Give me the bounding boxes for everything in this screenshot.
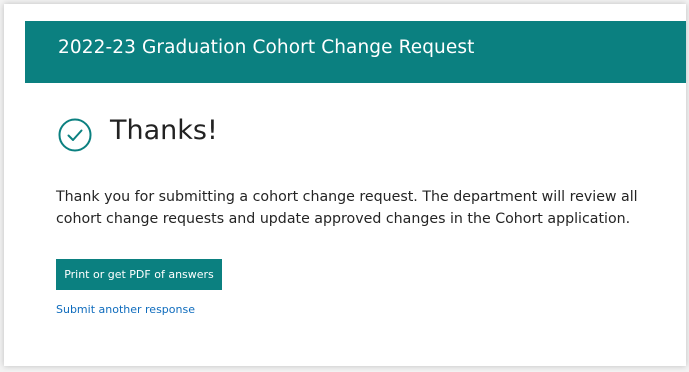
form-title: 2022-23 Graduation Cohort Change Request <box>58 37 475 58</box>
form-card: 2022-23 Graduation Cohort Change Request… <box>4 4 686 366</box>
thanks-heading: Thanks! <box>110 115 218 146</box>
confirmation-message: Thank you for submitting a cohort change… <box>56 189 638 227</box>
check-circle-icon <box>58 118 92 152</box>
form-header: 2022-23 Graduation Cohort Change Request <box>25 21 686 83</box>
submit-another-link[interactable]: Submit another response <box>56 303 195 316</box>
print-pdf-button[interactable]: Print or get PDF of answers <box>56 259 222 290</box>
